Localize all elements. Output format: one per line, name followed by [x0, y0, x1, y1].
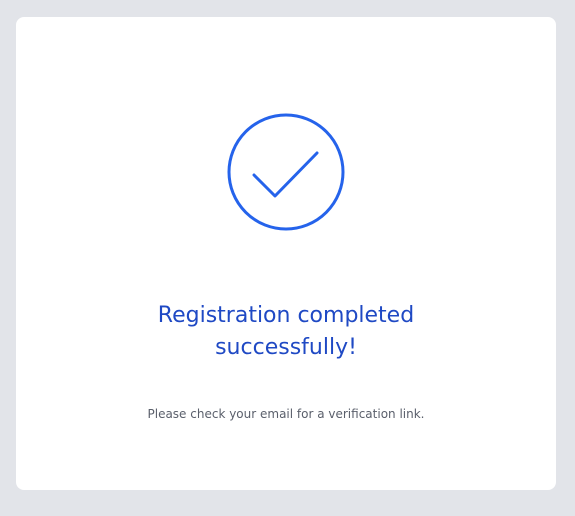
verification-message: Please check your email for a verificati… [147, 407, 425, 421]
success-title-line-1: Registration completed [157, 303, 415, 328]
checkmark-circle-icon [227, 113, 345, 231]
success-title: Registration completed successfully! [86, 300, 486, 364]
success-card: Registration completed successfully! Ple… [16, 17, 556, 490]
success-title-line-2: successfully! [215, 335, 357, 360]
